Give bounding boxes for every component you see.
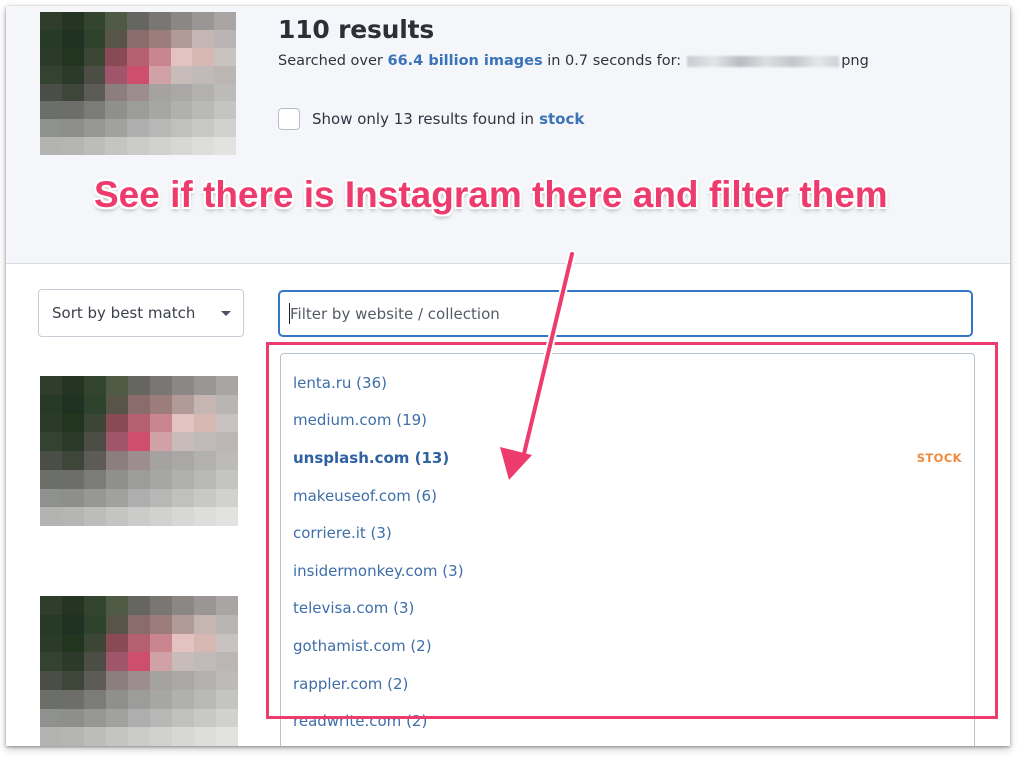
- website-option-label: readwrite.com (2): [293, 712, 428, 731]
- stock-tag-badge: STOCK: [916, 450, 962, 465]
- website-option-label: unsplash.com (13): [293, 448, 450, 467]
- redacted-filename: [687, 55, 840, 67]
- result-thumbnail[interactable]: [40, 596, 238, 746]
- website-option[interactable]: gothamist.com (2): [281, 627, 974, 665]
- results-count-title: 110 results: [278, 15, 435, 44]
- website-option-label: gothamist.com (2): [293, 636, 432, 655]
- website-option[interactable]: medium.com (19): [281, 402, 974, 440]
- search-summary-prefix: Searched over: [278, 53, 383, 69]
- search-summary: Searched over 66.4 billion images in 0.7…: [278, 53, 869, 69]
- filter-website-input[interactable]: [278, 290, 973, 337]
- sort-dropdown-label: Sort by best match: [52, 304, 196, 322]
- website-option[interactable]: corriere.it (3): [281, 514, 974, 552]
- website-option[interactable]: readwrite.com (2): [281, 702, 974, 740]
- website-option-label: lenta.ru (36): [293, 373, 387, 392]
- website-list: lenta.ru (36) medium.com (19) unsplash.com…: [281, 354, 974, 740]
- website-option[interactable]: unsplash.com (13) STOCK: [281, 439, 974, 477]
- stock-only-checkbox[interactable]: [278, 108, 300, 130]
- stock-link[interactable]: stock: [539, 110, 584, 128]
- results-header: 110 results Searched over 66.4 billion i…: [6, 6, 1010, 264]
- stock-filter-option[interactable]: Show only 13 results found in stock: [278, 108, 584, 130]
- website-option-label: medium.com (19): [293, 411, 428, 430]
- website-filter-dropdown: lenta.ru (36) medium.com (19) unsplash.com…: [280, 353, 975, 746]
- website-option-label: insidermonkey.com (3): [293, 561, 464, 580]
- website-option[interactable]: rappler.com (2): [281, 665, 974, 703]
- website-option-label: televisa.com (3): [293, 599, 415, 618]
- website-option[interactable]: makeuseof.com (6): [281, 477, 974, 515]
- website-option[interactable]: insidermonkey.com (3): [281, 552, 974, 590]
- result-thumbnail[interactable]: [40, 376, 238, 526]
- sort-dropdown[interactable]: Sort by best match: [38, 289, 244, 337]
- stock-filter-label: Show only 13 results found in: [312, 110, 535, 128]
- query-image-thumbnail[interactable]: [40, 12, 236, 155]
- text-cursor: [289, 303, 290, 324]
- tineye-results-page: 110 results Searched over 66.4 billion i…: [6, 6, 1010, 746]
- images-count-link[interactable]: 66.4 billion images: [388, 53, 543, 69]
- caret-down-icon: [221, 311, 231, 316]
- website-option[interactable]: lenta.ru (36): [281, 364, 974, 402]
- website-option-label: corriere.it (3): [293, 524, 392, 543]
- website-option-label: makeuseof.com (6): [293, 486, 437, 505]
- website-option[interactable]: televisa.com (3): [281, 590, 974, 628]
- query-extension: png: [841, 53, 869, 69]
- website-option-label: rappler.com (2): [293, 674, 409, 693]
- search-summary-suffix: in 0.7 seconds for:: [547, 53, 682, 69]
- annotation-callout: See if there is Instagram there and filt…: [94, 174, 888, 215]
